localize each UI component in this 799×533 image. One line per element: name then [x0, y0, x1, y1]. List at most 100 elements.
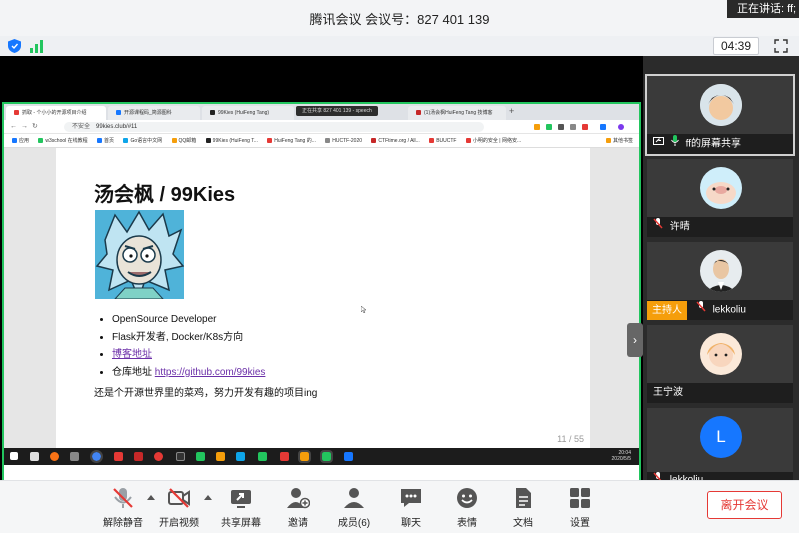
microphone-on-icon: [670, 134, 679, 154]
start-menu-icon[interactable]: [10, 452, 18, 460]
participant-avatar: L: [700, 416, 742, 458]
wechat-icon[interactable]: [320, 450, 333, 463]
start-video-label: 开启视频: [159, 518, 199, 529]
video-options-chevron-icon[interactable]: [204, 495, 212, 500]
browser-nav-icons[interactable]: ←→↻: [10, 122, 42, 130]
participant-name: 许晴: [669, 221, 690, 233]
documents-button[interactable]: 文档: [497, 486, 549, 529]
extension-icon[interactable]: [600, 124, 606, 130]
windows-taskbar: 20:04 2020/5/5: [4, 448, 639, 465]
bookmark-label: 99Kies (HuiFeng T...: [212, 138, 258, 144]
participant-tile[interactable]: 许晴: [647, 159, 793, 237]
address-field[interactable]: 不安全 99kies.club/#11: [64, 122, 484, 132]
bookmark-other-folder[interactable]: 其他书签: [605, 134, 633, 147]
extension-icon[interactable]: [534, 124, 540, 130]
browser-tab-label: 99Kies (HuiFeng Tang): [218, 110, 270, 116]
bookmark[interactable]: Go语言中文网: [123, 134, 162, 147]
browser-tab[interactable]: 99Kies (HuiFeng Tang): [202, 106, 294, 120]
bookmark[interactable]: HuiFeng Tang 的...: [267, 134, 316, 147]
participant-name-bar: ff的屏幕共享: [647, 134, 793, 154]
taskbar-app-icon[interactable]: [216, 452, 225, 461]
terminal-icon[interactable]: [176, 452, 185, 461]
start-video-button[interactable]: 开启视频: [153, 486, 205, 529]
explorer-icon[interactable]: [30, 452, 39, 461]
video-off-icon: [168, 488, 190, 508]
network-signal-icon[interactable]: [30, 39, 44, 53]
tencent-meeting-icon[interactable]: [344, 452, 353, 461]
taskbar-date: 2020/5/5: [611, 456, 631, 462]
slide-tagline: 还是个开源世界里的菜鸡，努力开发有趣的项目ing: [94, 388, 318, 399]
members-button[interactable]: 成员(6): [328, 486, 380, 529]
extension-icon[interactable]: [546, 124, 552, 130]
bookmark[interactable]: 应用: [12, 134, 29, 147]
taskbar-app-icon[interactable]: [134, 452, 143, 461]
host-badge: 主持人: [647, 300, 687, 320]
chat-button[interactable]: 聊天: [385, 486, 437, 529]
taskbar-app-icon[interactable]: [280, 452, 289, 461]
taskbar-app-icon[interactable]: [196, 452, 205, 461]
bookmark[interactable]: 首页: [97, 134, 114, 147]
extension-icon[interactable]: [570, 124, 576, 130]
taskbar-app-icon[interactable]: [70, 452, 79, 461]
leave-meeting-button[interactable]: 离开会议: [707, 491, 782, 519]
profile-avatar-icon[interactable]: [618, 124, 624, 130]
browser-tab[interactable]: (1)汤会枫HuiFeng Tang 技博客: [408, 106, 506, 120]
browser-tab-label: 开源课程码_简源图科: [124, 110, 172, 116]
taskbar-app-icon[interactable]: [258, 452, 267, 461]
slide-page-number: 11 / 55: [557, 434, 584, 444]
firefox-icon[interactable]: [50, 452, 59, 461]
fullscreen-icon[interactable]: [774, 39, 788, 53]
reactions-label: 表情: [457, 518, 477, 529]
vscode-icon[interactable]: [236, 452, 245, 461]
blog-link[interactable]: 博客地址: [112, 349, 152, 360]
bullet-item-repo: 仓库地址 https://github.com/99kies: [112, 364, 265, 382]
shared-screen-stage: 抓取 - 个小小的开源项目介绍 开源课程码_简源图科 99Kies (HuiFe…: [0, 56, 643, 518]
chrome-icon[interactable]: [90, 450, 103, 463]
participants-panel: ff的屏幕共享 许晴 主持人 lekkoliu 王宁波 L: [643, 56, 799, 486]
shield-icon[interactable]: [8, 39, 21, 53]
browser-tab[interactable]: 抓取 - 个小小的开源项目介绍: [6, 106, 106, 120]
extension-icon[interactable]: [582, 124, 588, 130]
next-slide-arrow-icon[interactable]: ›: [627, 323, 643, 357]
taskbar-clock[interactable]: 20:04 2020/5/5: [612, 450, 631, 462]
bookmark[interactable]: 99Kies (HuiFeng T...: [205, 134, 258, 147]
bookmark[interactable]: w3school 在线教程: [38, 134, 88, 147]
new-tab-icon[interactable]: +: [509, 106, 514, 116]
bookmark[interactable]: QQ邮箱: [171, 134, 196, 147]
participant-tile[interactable]: 王宁波: [647, 325, 793, 403]
slide-viewport: 汤会枫 / 99Kies • OpenSource Developer • Fl…: [4, 148, 639, 448]
participant-name-bar: 王宁波: [647, 383, 793, 403]
invite-button[interactable]: 邀请: [272, 486, 324, 529]
participant-tile[interactable]: 主持人 lekkoliu: [647, 242, 793, 320]
taskbar-app-icon[interactable]: [298, 450, 311, 463]
bookmark-label: CTFtime.org / All...: [378, 138, 420, 144]
taskbar-app-icon[interactable]: [114, 452, 123, 461]
repo-link[interactable]: https://github.com/99kies: [155, 367, 266, 378]
participant-tile[interactable]: ff的屏幕共享: [645, 74, 795, 156]
status-bar: 04:39: [0, 36, 799, 56]
presentation-slide: 汤会枫 / 99Kies • OpenSource Developer • Fl…: [56, 148, 590, 448]
slide-bullet-list: OpenSource Developer Flask开发者, Docker/K8…: [112, 311, 265, 381]
bookmark[interactable]: BUUCTF: [429, 134, 457, 147]
bookmark[interactable]: HUCTF-2020: [325, 134, 362, 147]
participant-tile[interactable]: L lekkoliu...: [647, 408, 793, 486]
repo-label: 仓库地址: [112, 366, 155, 378]
extension-icon[interactable]: [558, 124, 564, 130]
bookmark[interactable]: 小明的安全 | 网络安...: [465, 134, 521, 147]
settings-button[interactable]: 设置: [554, 486, 606, 529]
meeting-toolbar: 解除静音 开启视频 共享屏幕 邀请 成员(6) 聊天 表情 文档 设置 离开会议: [0, 480, 799, 533]
taskbar-app-icon[interactable]: [154, 452, 163, 461]
address-url: 99kies.club/#11: [96, 124, 138, 130]
share-screen-button[interactable]: 共享屏幕: [215, 486, 267, 529]
bookmark-label: HuiFeng Tang 的...: [274, 138, 316, 144]
unmute-label: 解除静音: [103, 518, 143, 529]
bookmark-label: BUUCTF: [436, 138, 457, 144]
participant-name-bar: 主持人 lekkoliu: [647, 300, 793, 320]
browser-tab[interactable]: 开源课程码_简源图科: [108, 106, 200, 120]
unmute-button[interactable]: 解除静音: [97, 486, 149, 529]
emoji-icon: [457, 488, 477, 508]
participant-name: ff的屏幕共享: [685, 138, 741, 150]
reactions-button[interactable]: 表情: [441, 486, 493, 529]
participant-name: lekkoliu: [712, 304, 746, 316]
bookmark[interactable]: CTFtime.org / All...: [371, 134, 420, 147]
